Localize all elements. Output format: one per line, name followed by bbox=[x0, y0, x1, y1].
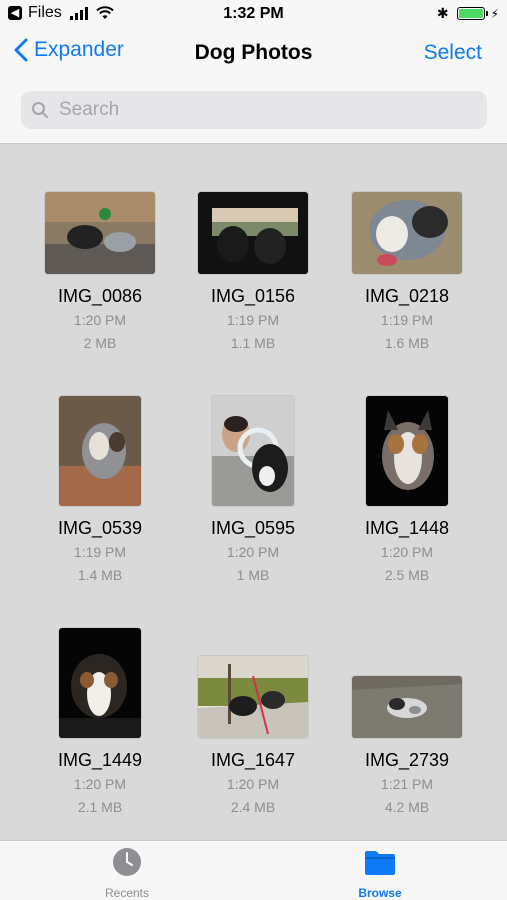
file-size: 2.1 MB bbox=[77, 799, 123, 815]
photo-thumbnail bbox=[366, 396, 448, 506]
file-grid: IMG_0086 1:20 PM 2 MB IMG_0156 1:19 PM 1… bbox=[0, 144, 507, 840]
file-item[interactable]: IMG_2739 1:21 PM 4.2 MB bbox=[327, 608, 487, 817]
file-size: 4.2 MB bbox=[384, 799, 430, 815]
file-size: 2.4 MB bbox=[230, 799, 276, 815]
file-time: 1:19 PM bbox=[73, 544, 127, 560]
tab-bar: Recents Browse bbox=[0, 840, 507, 900]
file-item[interactable]: IMG_1448 1:20 PM 2.5 MB bbox=[327, 376, 487, 585]
bluetooth-icon: ✱ bbox=[436, 5, 449, 21]
file-name: IMG_0086 bbox=[57, 286, 143, 306]
file-item[interactable]: IMG_1449 1:20 PM 2.1 MB bbox=[20, 608, 180, 817]
file-size: 2.5 MB bbox=[384, 567, 430, 583]
battery-icon bbox=[456, 7, 485, 20]
file-name: IMG_1448 bbox=[364, 518, 450, 538]
photo-thumbnail bbox=[59, 396, 141, 506]
file-time: 1:20 PM bbox=[73, 312, 127, 328]
file-time: 1:20 PM bbox=[226, 776, 280, 792]
file-item[interactable]: IMG_1647 1:20 PM 2.4 MB bbox=[173, 608, 333, 817]
file-name: IMG_0218 bbox=[364, 286, 450, 306]
file-name: IMG_0539 bbox=[57, 518, 143, 538]
battery-cap bbox=[485, 11, 488, 16]
search-field[interactable] bbox=[21, 91, 487, 129]
file-time: 1:20 PM bbox=[226, 544, 280, 560]
file-time: 1:19 PM bbox=[226, 312, 280, 328]
tab-browse[interactable]: Browse bbox=[320, 847, 440, 900]
photo-thumbnail bbox=[352, 676, 462, 738]
photo-thumbnail bbox=[59, 628, 141, 738]
tab-recents[interactable]: Recents bbox=[67, 847, 187, 900]
clock-icon bbox=[113, 848, 141, 876]
search-input[interactable] bbox=[57, 98, 481, 122]
file-item[interactable]: IMG_0156 1:19 PM 1.1 MB bbox=[173, 144, 333, 353]
status-bar: ◀ Files 1:32 PM ✱ ⚡ bbox=[0, 0, 507, 28]
photo-thumbnail bbox=[45, 192, 155, 274]
file-item[interactable]: IMG_0595 1:20 PM 1 MB bbox=[173, 376, 333, 585]
file-time: 1:20 PM bbox=[73, 776, 127, 792]
folder-icon bbox=[365, 851, 395, 875]
file-size: 2 MB bbox=[83, 335, 117, 351]
file-item[interactable]: IMG_0218 1:19 PM 1.6 MB bbox=[327, 144, 487, 353]
file-time: 1:19 PM bbox=[380, 312, 434, 328]
file-size: 1.4 MB bbox=[77, 567, 123, 583]
file-time: 1:21 PM bbox=[380, 776, 434, 792]
file-name: IMG_2739 bbox=[364, 750, 450, 770]
file-item[interactable]: IMG_0086 1:20 PM 2 MB bbox=[20, 144, 180, 353]
photo-thumbnail bbox=[352, 192, 462, 274]
file-name: IMG_0595 bbox=[210, 518, 296, 538]
navigation-bar: Expander Dog Photos Select bbox=[0, 28, 507, 86]
photo-thumbnail bbox=[198, 192, 308, 274]
file-size: 1.6 MB bbox=[384, 335, 430, 351]
file-size: 1 MB bbox=[236, 567, 270, 583]
file-item[interactable]: IMG_0539 1:19 PM 1.4 MB bbox=[20, 376, 180, 585]
file-name: IMG_1647 bbox=[210, 750, 296, 770]
file-size: 1.1 MB bbox=[230, 335, 276, 351]
tab-recents-label: Recents bbox=[104, 886, 150, 900]
search-icon bbox=[32, 102, 48, 118]
charging-icon: ⚡ bbox=[490, 6, 499, 21]
status-time: 1:32 PM bbox=[223, 5, 284, 22]
photo-thumbnail bbox=[212, 396, 294, 506]
file-name: IMG_1449 bbox=[57, 750, 143, 770]
search-bar-container bbox=[0, 86, 507, 144]
tab-browse-label: Browse bbox=[358, 886, 402, 900]
select-button[interactable]: Select bbox=[424, 41, 482, 65]
file-name: IMG_0156 bbox=[210, 286, 296, 306]
file-time: 1:20 PM bbox=[380, 544, 434, 560]
photo-thumbnail bbox=[198, 656, 308, 738]
